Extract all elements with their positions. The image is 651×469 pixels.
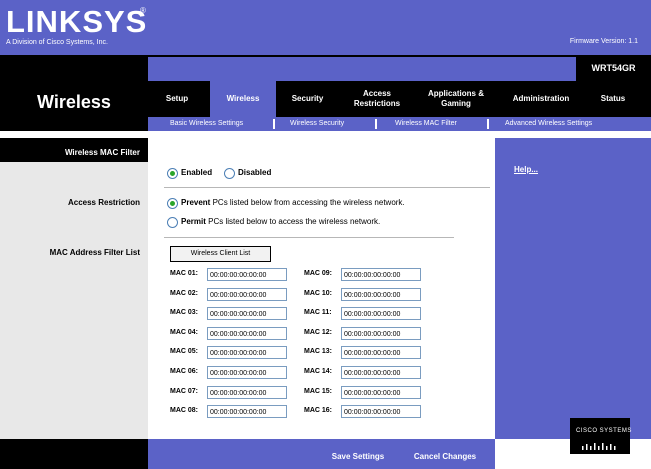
mac-address-input[interactable]: 00:00:00:00:00:00 [341,307,421,321]
subnav-separator [487,119,489,129]
nav-administration[interactable]: Administration [502,81,580,117]
mac-label: MAC 09: [304,270,333,277]
disabled-text: Disabled [238,168,272,177]
cancel-changes-button[interactable]: Cancel Changes [403,449,487,465]
prevent-radio[interactable] [167,198,178,209]
mac-list-label: MAC Address Filter List [49,248,140,257]
mac-label: MAC 02: [170,289,199,297]
footer-left [0,439,148,469]
mac-address-input[interactable]: 00:00:00:00:00:00 [207,307,287,321]
linksys-logo: LINKSYS [6,4,148,39]
mac-address-input[interactable]: 00:00:00:00:00:00 [341,366,421,379]
mac-label: MAC 11: [304,309,332,317]
mac-filter-label: Wireless MAC Filter [64,148,140,157]
save-settings-button[interactable]: Save Settings [320,449,396,465]
mac-label: MAC 04: [170,328,199,336]
subnav-separator [375,119,377,129]
label-column [0,138,148,439]
mac-address-input[interactable]: 00:00:00:00:00:00 [341,287,421,301]
help-column [495,138,651,439]
mac-address-input[interactable]: 00:00:00:00:00:00 [207,287,287,301]
help-link[interactable]: Help... [514,165,538,174]
mac-address-input[interactable]: 00:00:00:00:00:00 [207,405,287,419]
divider [164,187,490,188]
mac-address-input[interactable]: 00:00:00:00:00:00 [207,366,287,379]
nav-access-restrictions[interactable]: Access Restrictions [343,81,411,117]
mac-label: MAC 07: [170,387,199,395]
disabled-radio[interactable] [224,168,235,179]
mac-address-input[interactable]: 00:00:00:00:00:00 [207,268,287,281]
enabled-text: Enabled [181,168,213,177]
mac-address-input[interactable]: 00:00:00:00:00:00 [207,326,287,340]
divider [164,237,454,238]
mac-address-input[interactable]: 00:00:00:00:00:00 [341,346,421,360]
tagline: A Division of Cisco Systems, Inc. [6,39,108,46]
cisco-bars-icon [582,443,616,450]
model-name: WRT54GR [576,55,651,81]
firmware-version: Firmware Version: 1.1 [569,38,638,45]
mac-label: MAC 13: [304,348,333,356]
subnav-wireless-security[interactable]: Wireless Security [290,117,344,131]
permit-radio[interactable] [167,217,178,228]
enabled-radio[interactable] [167,168,178,179]
subnav-wireless-mac-filter[interactable]: Wireless MAC Filter [395,117,457,131]
mac-address-input[interactable]: 00:00:00:00:00:00 [207,346,287,360]
mac-label: MAC 08: [170,407,199,415]
mac-label: MAC 01: [170,270,199,277]
mac-address-input[interactable]: 00:00:00:00:00:00 [341,268,421,281]
mac-address-input[interactable]: 00:00:00:00:00:00 [341,326,421,340]
enabled-label: Enabled [181,168,212,177]
permit-text: Permit [181,217,206,226]
prevent-description: PCs listed below from accessing the wire… [210,198,405,207]
subnav-separator [273,119,275,129]
mac-label: MAC 10: [304,289,333,297]
mac-address-input[interactable]: 00:00:00:00:00:00 [341,405,421,419]
mac-label: MAC 16: [304,407,333,415]
mac-label: MAC 15: [304,387,333,395]
subnav-advanced-wireless-settings[interactable]: Advanced Wireless Settings [505,117,592,131]
cisco-logo-text: CISCO SYSTEMS [576,428,632,434]
disabled-label: Disabled [238,168,271,177]
mac-address-input[interactable]: 00:00:00:00:00:00 [341,385,421,399]
nav-setup[interactable]: Setup [150,81,204,117]
nav-wireless[interactable]: Wireless [210,81,276,117]
mac-label: MAC 03: [170,309,199,317]
nav-applications-gaming[interactable]: Applications & Gaming [417,81,495,117]
prevent-text: Prevent [181,198,211,207]
access-restriction-label: Access Restriction [67,198,140,207]
permit-description: PCs listed below to access the wireless … [205,217,381,226]
mac-label: MAC 14: [304,368,333,375]
mac-label: MAC 05: [170,348,199,356]
mac-label: MAC 06: [170,368,199,375]
section-title: Wireless [37,92,111,112]
prevent-label: Prevent PCs listed below from accessing … [181,198,405,207]
mac-address-input[interactable]: 00:00:00:00:00:00 [207,385,287,399]
wireless-client-list-button[interactable]: Wireless Client List [170,246,271,262]
registered-mark: ® [140,6,146,15]
permit-label: Permit PCs listed below to access the wi… [181,217,380,226]
nav-status[interactable]: Status [588,81,638,117]
nav-security[interactable]: Security [280,81,335,117]
mac-label: MAC 12: [304,328,333,336]
subnav-basic-wireless-settings[interactable]: Basic Wireless Settings [170,117,243,131]
